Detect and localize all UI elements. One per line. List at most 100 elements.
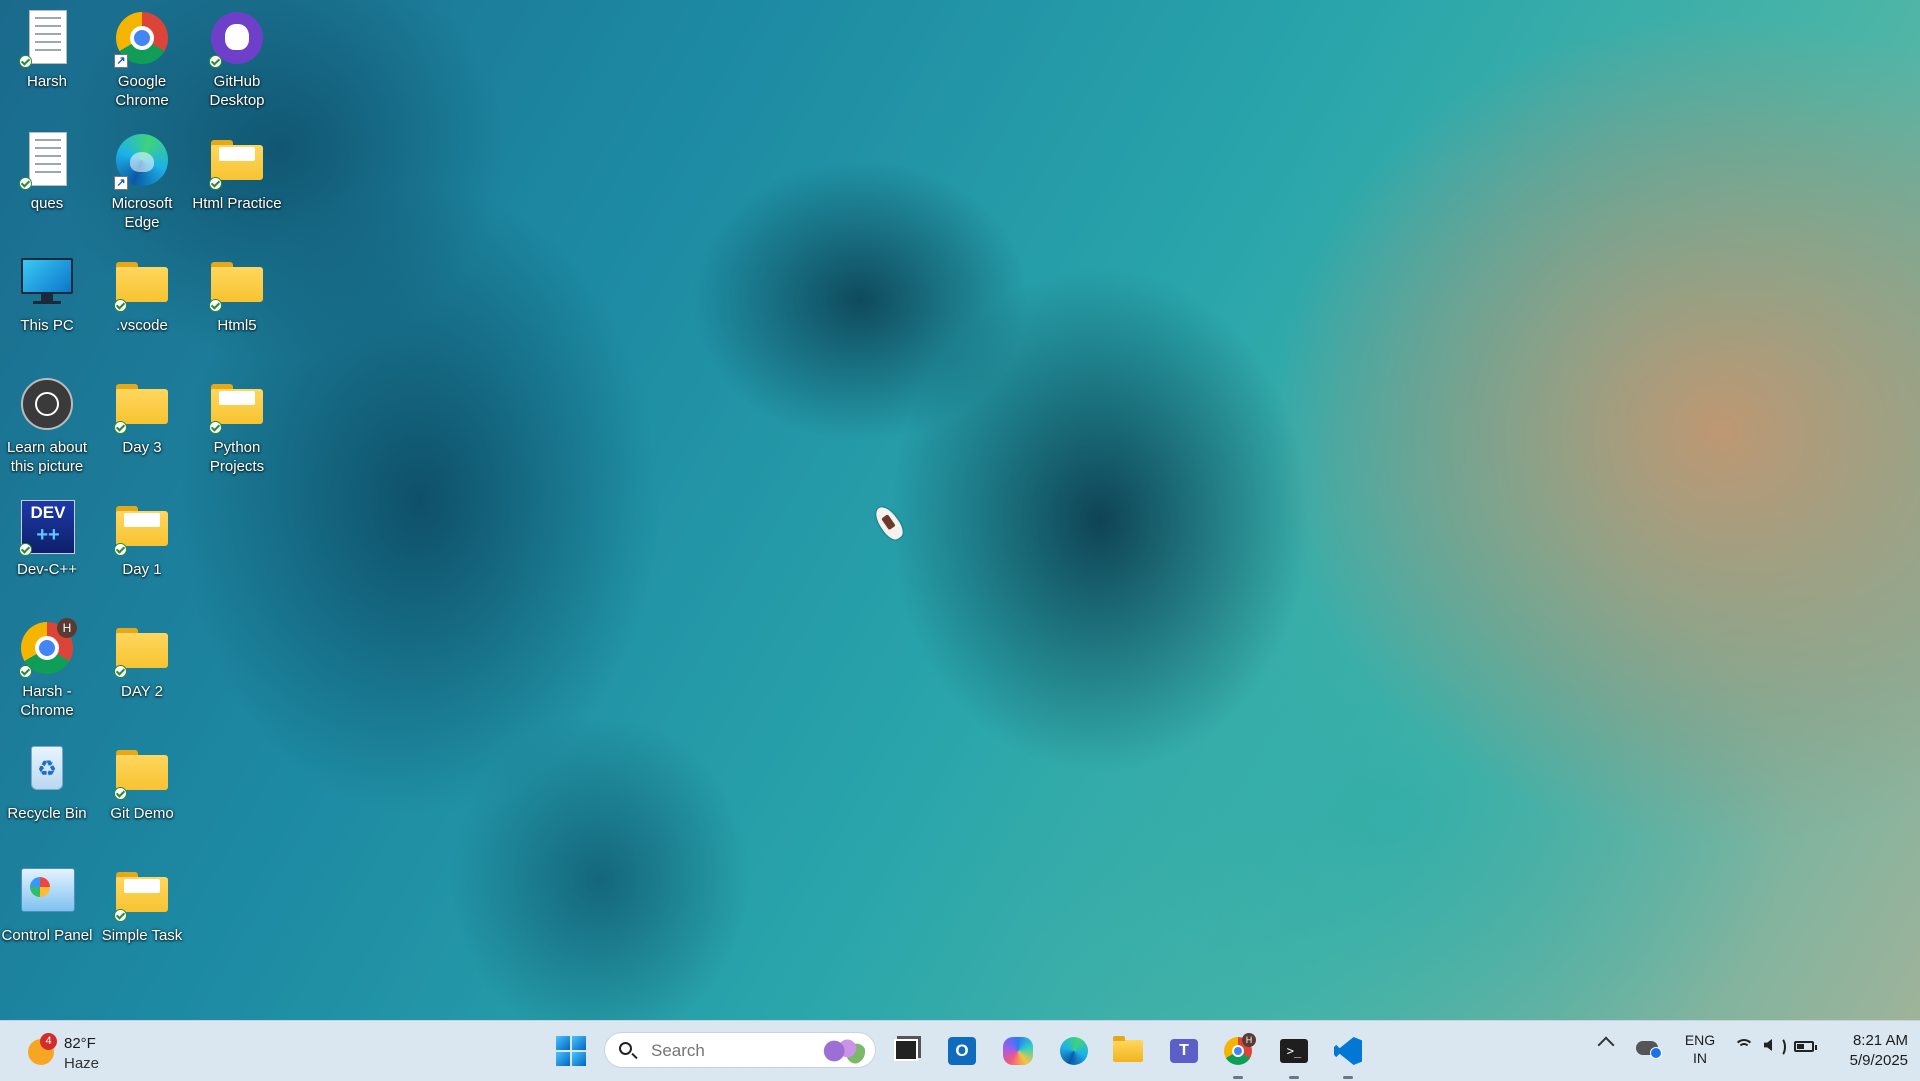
sync-status-icon: [19, 665, 32, 678]
desktop-icon-ques[interactable]: ques: [1, 126, 93, 236]
profile-badge: H: [57, 618, 77, 638]
volume-icon[interactable]: [1764, 1039, 1772, 1051]
search-icon: [619, 1042, 632, 1055]
desktop-icon-learn-about-picture[interactable]: Learn about this picture: [1, 370, 93, 480]
terminal-icon: >_: [1280, 1039, 1308, 1063]
taskbar-outlook[interactable]: O: [942, 1031, 982, 1071]
taskbar-copilot[interactable]: [998, 1031, 1038, 1071]
desktop-icon-label: .vscode: [116, 317, 168, 334]
shortcut-arrow-icon: ↗: [114, 54, 128, 68]
folder-icon: [116, 628, 168, 668]
task-view-icon: [894, 1039, 918, 1061]
weather-widget[interactable]: 4 82°F Haze: [22, 1027, 142, 1075]
taskbar-terminal[interactable]: >_: [1274, 1031, 1314, 1079]
wifi-icon[interactable]: [1734, 1037, 1754, 1057]
desktop-icon-label: Git Demo: [110, 805, 174, 822]
desktop-icon-label: Simple Task: [101, 927, 183, 944]
system-clock[interactable]: 8:21 AM 5/9/2025: [1828, 1031, 1908, 1071]
vscode-icon: [1334, 1037, 1362, 1065]
show-hidden-icons-chevron-icon[interactable]: [1597, 1036, 1615, 1054]
folder-icon: [116, 506, 168, 546]
battery-icon[interactable]: [1794, 1041, 1817, 1052]
desktop-icon-html5[interactable]: Html5: [191, 248, 283, 358]
document-icon: [29, 10, 67, 64]
taskbar: 4 82°F Haze O T H >_ ENG IN 8:21 AM: [0, 1020, 1920, 1081]
start-button[interactable]: [556, 1036, 586, 1066]
sync-status-icon: [209, 177, 222, 190]
desktop-icon-google-chrome[interactable]: ↗ Google Chrome: [96, 4, 188, 114]
desktop-icon-python-projects[interactable]: Python Projects: [191, 370, 283, 480]
taskbar-task-view[interactable]: [886, 1031, 926, 1071]
volume-wave-icon: [1774, 1037, 1786, 1057]
desktop-icon-day-3[interactable]: Day 3: [96, 370, 188, 480]
desktop-icon-github-desktop[interactable]: GitHub Desktop: [191, 4, 283, 114]
desktop-wallpaper: Harsh ques This PC Learn about this pict…: [0, 0, 1920, 1020]
input-language-indicator[interactable]: ENG IN: [1680, 1031, 1720, 1067]
desktop-icon-label: Google Chrome: [115, 73, 169, 109]
sync-status-icon: [114, 543, 127, 556]
desktop-icon-label: Harsh - Chrome: [20, 683, 74, 719]
shortcut-arrow-icon: ↗: [114, 176, 128, 190]
folder-icon: [211, 140, 263, 180]
sync-status-icon: [19, 543, 32, 556]
desktop-icon-devcpp[interactable]: DEV ++ Dev-C++: [1, 492, 93, 602]
taskbar-vscode[interactable]: [1328, 1031, 1368, 1079]
sync-status-icon: [114, 421, 127, 434]
taskbar-search-box[interactable]: [604, 1032, 876, 1068]
sync-status-icon: [114, 787, 127, 800]
desktop-icon-harsh-chrome[interactable]: H Harsh - Chrome: [1, 614, 93, 724]
sync-status-icon: [209, 55, 222, 68]
desktop-icon-html-practice[interactable]: Html Practice: [191, 126, 283, 236]
desktop-icon-this-pc[interactable]: This PC: [1, 248, 93, 358]
desktop-icon-label: Dev-C++: [16, 561, 78, 578]
taskbar-chrome[interactable]: H: [1218, 1031, 1258, 1079]
desktop-icon-label: Recycle Bin: [7, 805, 87, 822]
outlook-icon: O: [948, 1037, 976, 1065]
sync-status-icon: [114, 665, 127, 678]
taskbar-file-explorer[interactable]: [1108, 1031, 1148, 1071]
weather-temperature: 82°F: [64, 1035, 96, 1052]
taskbar-edge[interactable]: [1054, 1031, 1094, 1071]
profile-badge: H: [1242, 1033, 1256, 1047]
desktop-icon-harsh[interactable]: Harsh: [1, 4, 93, 114]
folder-icon: [116, 262, 168, 302]
desktop-icon-label: Html5: [217, 317, 257, 334]
camera-icon: [21, 378, 73, 430]
sync-status-icon: [114, 909, 127, 922]
folder-icon: [116, 872, 168, 912]
desktop-icon-recycle-bin[interactable]: ♻ Recycle Bin: [1, 736, 93, 846]
desktop-icon-control-panel[interactable]: Control Panel: [1, 858, 93, 968]
search-highlight-flower-icon: [821, 1038, 865, 1064]
desktop-icon-label: Html Practice: [192, 195, 282, 212]
desktop-icon-label: GitHub Desktop: [209, 73, 265, 109]
onedrive-icon[interactable]: [1636, 1041, 1662, 1059]
language-code: ENG: [1684, 1032, 1716, 1048]
search-input[interactable]: [649, 1039, 803, 1063]
wallpaper-boat: [871, 503, 907, 543]
desktop-icon-microsoft-edge[interactable]: ↗ Microsoft Edge: [96, 126, 188, 236]
desktop-icon-label: Day 1: [122, 561, 162, 578]
desktop-icon-label: ques: [30, 195, 64, 212]
monitor-icon: [21, 258, 73, 294]
taskbar-teams[interactable]: T: [1164, 1031, 1204, 1071]
recycle-bin-icon: ♻: [31, 746, 63, 790]
sync-status-icon: [114, 299, 127, 312]
desktop-icon-label: This PC: [20, 317, 74, 334]
document-icon: [29, 132, 67, 186]
running-indicator: [1233, 1076, 1243, 1079]
desktop-icon-vscode-folder[interactable]: .vscode: [96, 248, 188, 358]
desktop-icon-git-demo[interactable]: Git Demo: [96, 736, 188, 846]
sync-status-icon: [209, 299, 222, 312]
desktop-icon-simple-task[interactable]: Simple Task: [96, 858, 188, 968]
edge-icon: [1060, 1037, 1088, 1065]
desktop-icon-label: Day 3: [122, 439, 162, 456]
desktop-icon-day-1[interactable]: Day 1: [96, 492, 188, 602]
desktop-icon-day-2[interactable]: DAY 2: [96, 614, 188, 724]
folder-icon: [116, 750, 168, 790]
running-indicator: [1343, 1076, 1353, 1079]
running-indicator: [1289, 1076, 1299, 1079]
clock-time: 8:21 AM: [1852, 1032, 1908, 1049]
sync-status-icon: [209, 421, 222, 434]
desktop-icon-label: Harsh: [26, 73, 67, 90]
folder-icon: [116, 384, 168, 424]
